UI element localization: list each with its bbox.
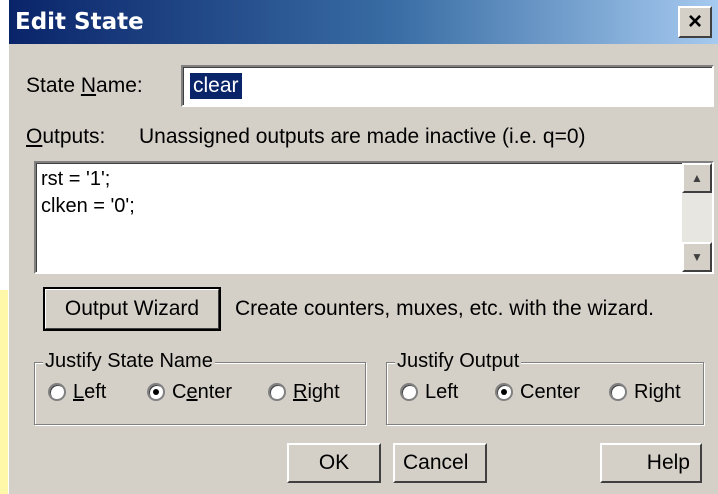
title-bar[interactable]: Edit State ×	[9, 0, 718, 44]
outputs-note: Unassigned outputs are made inactive (i.…	[139, 125, 586, 148]
justify-state-name-group: Justify State Name Left Center Right	[34, 350, 366, 425]
scroll-down-button[interactable]: ▼	[682, 242, 712, 272]
radio-circle	[48, 383, 66, 401]
justify-output-title: Justify Output	[395, 350, 522, 373]
wizard-hint: Create counters, muxes, etc. with the wi…	[235, 297, 655, 320]
radio-circle	[609, 383, 627, 401]
radio-label-left: Left	[73, 381, 107, 403]
ok-button[interactable]: OK	[287, 443, 381, 483]
outputs-label: Outputs:	[26, 125, 106, 148]
outputs-textarea[interactable]: rst = '1'; clken = '0'; ▲ ▼	[34, 161, 714, 274]
state-name-label: State Name:	[26, 74, 143, 97]
cancel-button[interactable]: Cancel	[393, 443, 487, 483]
triangle-down-icon: ▼	[691, 250, 703, 264]
state-name-input[interactable]: clear	[181, 65, 714, 107]
radio-selected-dot	[153, 389, 159, 395]
radio-label-center: Center	[172, 381, 233, 403]
justify-state-name-title: Justify State Name	[43, 350, 215, 373]
radio-selected-dot	[501, 389, 507, 395]
window-title: Edit State	[15, 9, 144, 35]
edit-state-dialog: Edit State × State Name: clear Outputs: …	[8, 0, 718, 494]
radio-circle	[268, 383, 286, 401]
radio-label-right: Right	[293, 381, 340, 403]
output-wizard-button[interactable]: Output Wizard	[43, 287, 221, 331]
outputs-text: rst = '1'; clken = '0';	[41, 168, 135, 217]
close-icon: ×	[687, 8, 702, 35]
outputs-scrollbar[interactable]: ▲ ▼	[682, 163, 712, 272]
background-strip	[0, 290, 8, 494]
close-button[interactable]: ×	[678, 6, 712, 38]
scroll-up-button[interactable]: ▲	[682, 163, 712, 193]
radio-label-left: Left	[425, 381, 459, 403]
state-name-value: clear	[190, 73, 242, 99]
radio-label-center: Center	[520, 381, 581, 403]
help-button[interactable]: Help	[600, 443, 702, 483]
justify-output-group: Justify Output Left Center Right	[386, 350, 704, 425]
triangle-up-icon: ▲	[691, 171, 703, 185]
radio-label-right: Right	[634, 381, 681, 403]
radio-circle	[400, 383, 418, 401]
